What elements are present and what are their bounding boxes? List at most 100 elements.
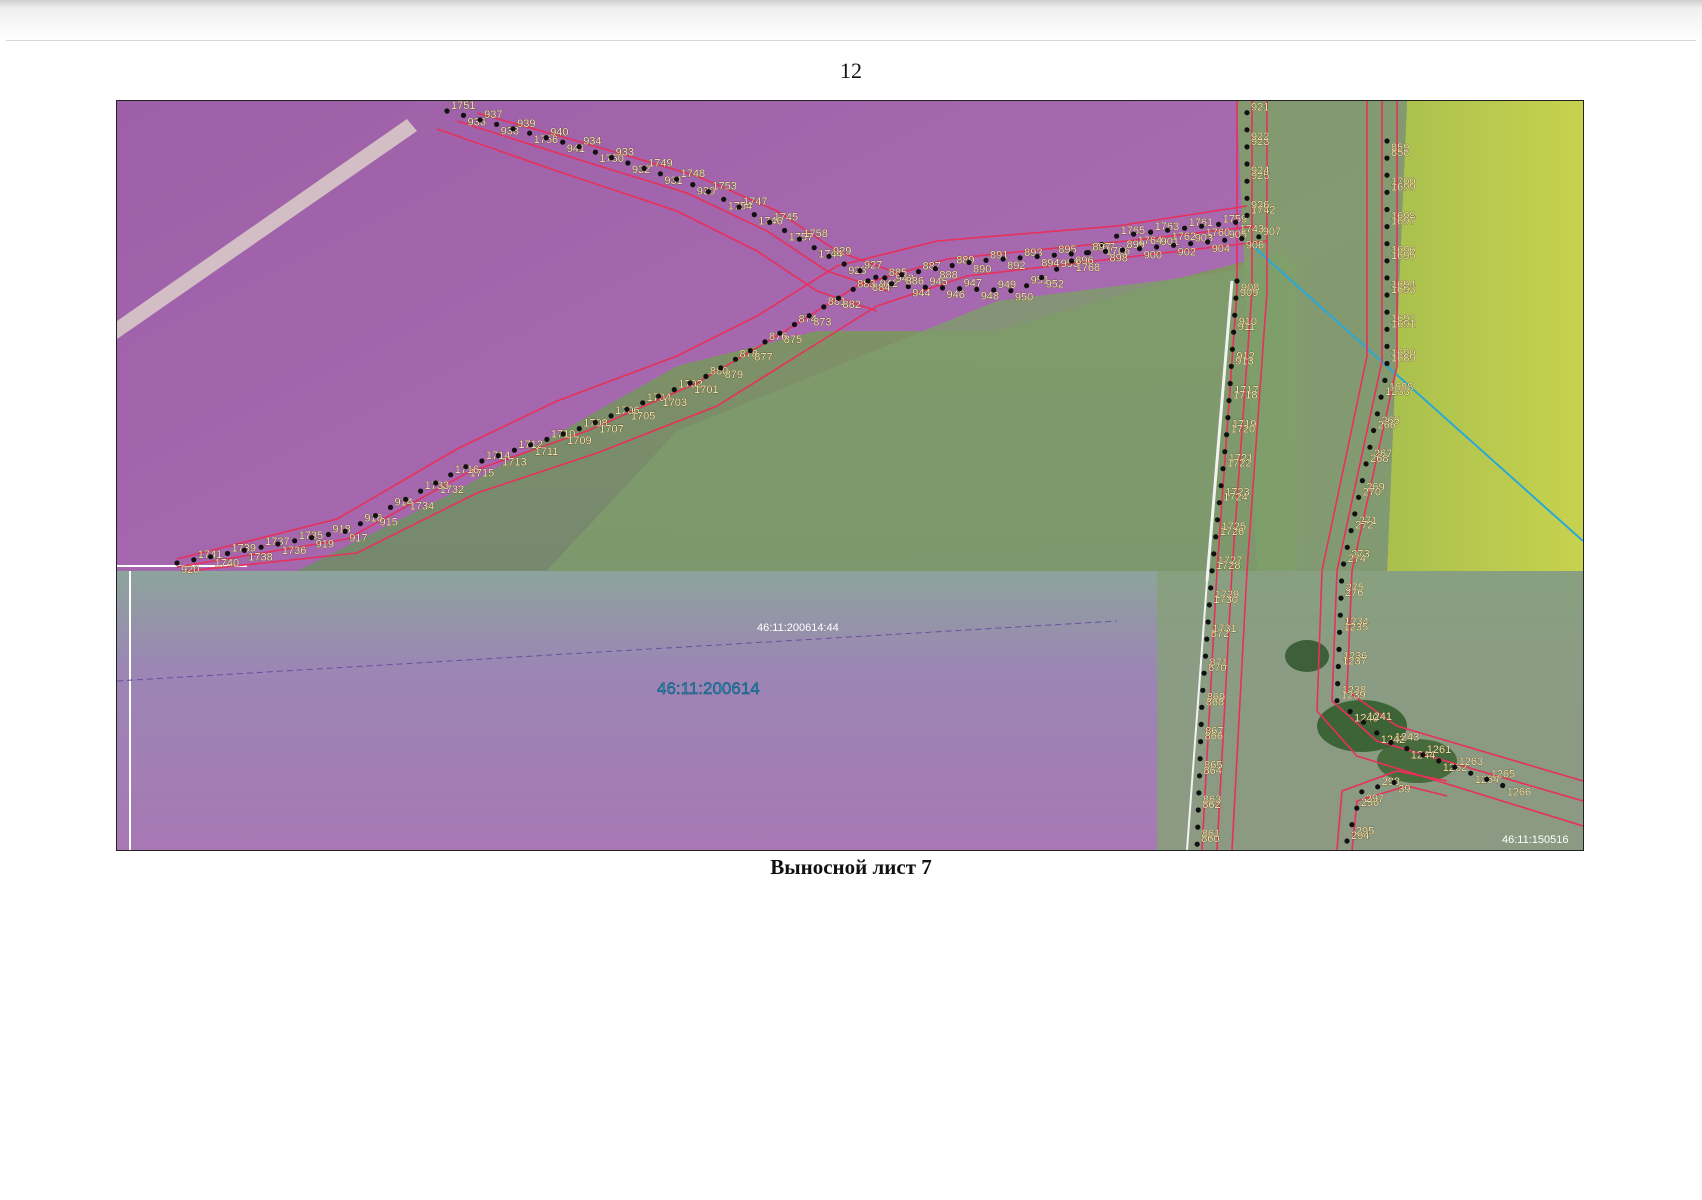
boundary-point-1239 [1334, 698, 1340, 704]
field-yellow-right [1387, 101, 1583, 571]
boundary-point-869 [1200, 687, 1206, 693]
boundary-point-label-858: 858 [1391, 147, 1409, 159]
boundary-point-899 [1119, 247, 1126, 253]
boundary-point-892 [1000, 256, 1006, 262]
boundary-point-label-1233: 1233 [1385, 386, 1409, 398]
boundary-point-928 [841, 261, 847, 267]
boundary-point-934 [576, 144, 582, 150]
boundary-point-295 [1349, 822, 1355, 828]
boundary-point-1263 [1452, 764, 1458, 770]
boundary-point-877 [747, 348, 753, 354]
boundary-point-269 [1359, 478, 1365, 484]
boundary-point-947 [957, 286, 963, 292]
boundary-point-1701 [687, 380, 693, 386]
boundary-point-1233 [1378, 394, 1384, 400]
boundary-point-label-866: 866 [1205, 731, 1223, 743]
boundary-point-1713 [495, 453, 501, 459]
boundary-point-921 [1244, 110, 1250, 116]
boundary-point-1765 [1114, 233, 1120, 239]
boundary-point-label-896: 896 [1075, 255, 1093, 267]
boundary-point-label-884: 884 [872, 282, 890, 294]
boundary-point-298 [1375, 784, 1381, 790]
boundary-point-label-902: 902 [1178, 246, 1196, 258]
boundary-point-label-892: 892 [1007, 260, 1025, 272]
boundary-point-884 [865, 278, 871, 284]
boundary-point-label-295: 295 [1356, 826, 1374, 838]
boundary-point-890 [966, 259, 972, 265]
boundary-point-868 [1199, 704, 1205, 710]
boundary-point-1730 [1206, 602, 1212, 608]
boundary-point-label-924: 924 [1251, 165, 1269, 177]
boundary-point-label-862: 862 [1202, 799, 1220, 811]
boundary-point-938 [494, 121, 500, 127]
boundary-point-label-1703: 1703 [663, 397, 687, 409]
boundary-point-label-1726: 1726 [1220, 526, 1244, 538]
boundary-point-886 [899, 272, 905, 278]
boundary-point-932 [625, 160, 631, 166]
boundary-point-label-906: 906 [1246, 240, 1264, 252]
boundary-point-label-949: 949 [998, 279, 1016, 291]
quarter-number-label: 46:11:200614 [657, 679, 760, 698]
boundary-point-label-1747: 1747 [743, 196, 767, 208]
boundary-point-label-895: 895 [1058, 244, 1076, 256]
boundary-point-label-1261: 1261 [1427, 744, 1451, 756]
boundary-point-914 [387, 504, 394, 510]
boundary-point-label-864: 864 [1204, 765, 1222, 777]
boundary-point-label-1751: 1751 [451, 101, 475, 112]
boundary-point-900 [1137, 246, 1143, 252]
boundary-point-label-952: 952 [1046, 279, 1064, 291]
boundary-point-1751 [444, 108, 450, 114]
boundary-point-label-927: 927 [864, 260, 882, 272]
boundary-point-label-1266: 1266 [1507, 787, 1531, 799]
boundary-point-1237 [1335, 663, 1341, 670]
boundary-point-label-939: 939 [517, 118, 535, 130]
boundary-point-label-1243: 1243 [1395, 732, 1419, 744]
boundary-point-label-1738: 1738 [248, 551, 272, 563]
boundary-point-872 [1204, 636, 1210, 642]
boundary-point-label-1753: 1753 [712, 181, 736, 193]
boundary-point-1724 [1216, 500, 1222, 506]
boundary-point-267 [1367, 444, 1373, 450]
boundary-point-931 [657, 171, 664, 177]
boundary-point-1234 [1337, 612, 1343, 618]
boundary-point-270 [1356, 494, 1362, 500]
boundary-point-1710 [544, 436, 550, 442]
boundary-point-1692 [1384, 309, 1390, 315]
boundary-point-1240 [1347, 708, 1353, 715]
boundary-point-label-1740: 1740 [215, 558, 239, 570]
boundary-point-label-1711: 1711 [535, 446, 559, 458]
boundary-point-1715 [463, 464, 469, 470]
boundary-point-label-1709: 1709 [567, 435, 591, 447]
boundary-point-936 [460, 112, 467, 118]
boundary-point-1705 [624, 406, 630, 412]
boundary-point-label-1695: 1695 [1391, 250, 1415, 262]
boundary-point-930 [690, 182, 696, 188]
boundary-point-920 [174, 560, 180, 566]
boundary-point-1235 [1337, 629, 1343, 635]
boundary-point-1703 [655, 393, 662, 399]
boundary-point-1753 [705, 189, 712, 195]
boundary-point-label-1749: 1749 [648, 157, 672, 169]
boundary-point-label-879: 879 [725, 369, 743, 381]
boundary-point-870 [1201, 670, 1207, 676]
boundary-point-919 [309, 535, 315, 541]
boundary-point-1756 [527, 130, 533, 136]
boundary-point-867 [1198, 721, 1204, 728]
boundary-point-865 [1197, 756, 1203, 762]
boundary-point-1750 [592, 149, 598, 155]
boundary-point-268 [1363, 461, 1369, 467]
boundary-point-1691 [1384, 326, 1390, 332]
boundary-point-910 [1232, 312, 1238, 318]
boundary-point-1709 [560, 431, 566, 437]
boundary-point-label-937: 937 [484, 109, 502, 121]
boundary-point-label-887: 887 [923, 261, 941, 273]
boundary-point-label-1748: 1748 [681, 168, 705, 180]
page-number: 12 [840, 58, 862, 83]
boundary-point-label-872: 872 [1211, 628, 1229, 640]
trees-clump-3 [1285, 640, 1329, 672]
boundary-point-912 [1229, 346, 1235, 352]
boundary-point-label-860: 860 [1201, 833, 1219, 845]
boundary-point-1734 [403, 496, 409, 502]
boundary-point-908 [1234, 278, 1240, 284]
boundary-point-label-922: 922 [1251, 131, 1269, 143]
